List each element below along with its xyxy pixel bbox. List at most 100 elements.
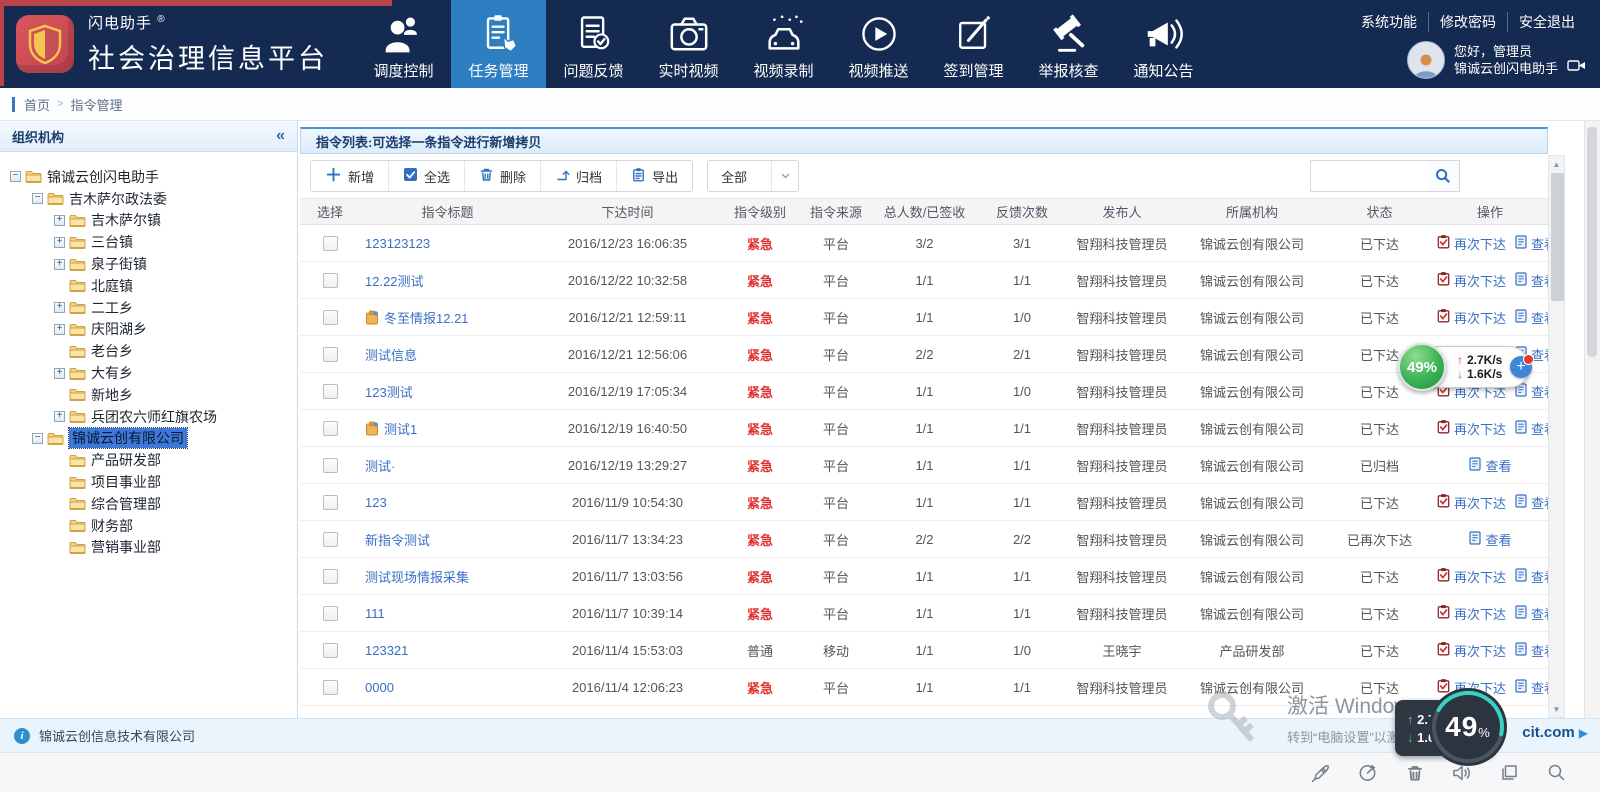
header-link-2[interactable]: 修改密码 [1428, 12, 1507, 32]
window-scrollbar[interactable]: ▼ [1584, 121, 1600, 752]
row-checkbox[interactable] [323, 458, 338, 473]
row-checkbox[interactable] [323, 347, 338, 362]
tree-item[interactable]: 综合管理部 [4, 493, 293, 515]
nav-item-5[interactable]: 视频录制 [736, 0, 831, 88]
minus-expander-icon[interactable]: − [10, 171, 21, 182]
tree-item[interactable]: +庆阳湖乡 [4, 319, 293, 341]
view-button[interactable]: 查看 [1468, 456, 1511, 475]
view-button[interactable]: 查看 [1514, 234, 1548, 253]
instruction-title-link[interactable]: 123测试 [365, 382, 413, 401]
memory-usage-ball[interactable]: 49% [1398, 343, 1446, 391]
tree-item[interactable]: +二工乡 [4, 297, 293, 319]
plus-expander-icon[interactable]: + [54, 215, 65, 226]
row-checkbox[interactable] [323, 273, 338, 288]
instruction-title-link[interactable]: 12.22测试 [365, 271, 424, 290]
select-all-button[interactable]: 全选 [388, 161, 464, 191]
rocket-icon[interactable] [1311, 763, 1331, 783]
redeliver-button[interactable]: 再次下达 [1436, 308, 1506, 327]
minus-expander-icon[interactable]: − [32, 433, 43, 444]
trash-icon[interactable] [1405, 763, 1425, 783]
tree-item[interactable]: 产品研发部 [4, 449, 293, 471]
row-checkbox[interactable] [323, 495, 338, 510]
tree-item[interactable]: 新地乡 [4, 384, 293, 406]
header-link-3[interactable]: 安全退出 [1507, 12, 1586, 32]
nav-item-4[interactable]: 实时视频 [641, 0, 736, 88]
nav-item-2[interactable]: 任务管理 [451, 0, 546, 88]
tree-item[interactable]: 老台乡 [4, 340, 293, 362]
tree-item[interactable]: +兵团农六师红旗农场 [4, 406, 293, 428]
scroll-up-icon[interactable]: ▲ [1549, 156, 1564, 172]
video-camera-icon[interactable] [1567, 59, 1586, 77]
redeliver-button[interactable]: 再次下达 [1436, 419, 1506, 438]
nav-item-7[interactable]: 签到管理 [926, 0, 1021, 88]
export-button[interactable]: 导出 [616, 161, 692, 191]
delete-button[interactable]: 删除 [464, 161, 540, 191]
plus-expander-icon[interactable]: + [54, 237, 65, 248]
row-checkbox[interactable] [323, 384, 338, 399]
instruction-title-link[interactable]: 测试现场情报采集 [365, 567, 469, 586]
plus-expander-icon[interactable]: + [54, 302, 65, 313]
archive-button[interactable]: 归档 [540, 161, 616, 191]
instruction-title-link[interactable]: 新指令测试 [365, 530, 430, 549]
header-link-1[interactable]: 系统功能 [1350, 12, 1428, 32]
tree-item[interactable]: +吉木萨尔镇 [4, 210, 293, 232]
row-checkbox[interactable] [323, 236, 338, 251]
instruction-title-link[interactable]: 测试信息 [365, 345, 417, 364]
view-button[interactable]: 查看 [1514, 419, 1548, 438]
tree-item[interactable]: 营销事业部 [4, 537, 293, 559]
window-scrollbar-thumb[interactable] [1587, 127, 1597, 357]
instruction-title-link[interactable]: 123123123 [365, 236, 430, 251]
search-icon[interactable] [1427, 161, 1459, 191]
scroll-down-icon[interactable]: ▼ [1549, 701, 1564, 717]
nav-item-8[interactable]: 举报核查 [1021, 0, 1116, 88]
tree-item[interactable]: +三台镇 [4, 231, 293, 253]
collapse-sidebar-icon[interactable]: « [276, 127, 285, 145]
row-checkbox[interactable] [323, 643, 338, 658]
view-button[interactable]: 查看 [1514, 641, 1548, 660]
plus-expander-icon[interactable]: + [54, 368, 65, 379]
redeliver-button[interactable]: 再次下达 [1436, 567, 1506, 586]
view-button[interactable]: 查看 [1514, 567, 1548, 586]
redeliver-button[interactable]: 再次下达 [1436, 604, 1506, 623]
instruction-title-link[interactable]: 冬至情报12.21 [384, 308, 469, 327]
instruction-title-link[interactable]: 测试· [365, 456, 395, 475]
instruction-title-link[interactable]: 123 [365, 495, 387, 510]
plus-expander-icon[interactable]: + [54, 411, 65, 422]
view-button[interactable]: 查看 [1514, 604, 1548, 623]
redeliver-button[interactable]: 再次下达 [1436, 641, 1506, 660]
tree-item[interactable]: +大有乡 [4, 362, 293, 384]
add-button[interactable]: ＋新增 [311, 161, 388, 191]
row-checkbox[interactable] [323, 606, 338, 621]
row-checkbox[interactable] [323, 421, 338, 436]
tree-item[interactable]: −锦诚云创闪电助手 [4, 166, 293, 188]
view-button[interactable]: 查看 [1468, 530, 1511, 549]
redeliver-button[interactable]: 再次下达 [1436, 493, 1506, 512]
row-checkbox[interactable] [323, 680, 338, 695]
site-link[interactable]: cit.com ▶ [1522, 724, 1588, 741]
minus-expander-icon[interactable]: − [32, 193, 43, 204]
row-checkbox[interactable] [323, 532, 338, 547]
instruction-title-link[interactable]: 测试1 [384, 419, 417, 438]
row-checkbox[interactable] [323, 310, 338, 325]
redeliver-button[interactable]: 再次下达 [1436, 271, 1506, 290]
breadcrumb-home[interactable]: 首页 [24, 95, 50, 114]
tree-item[interactable]: 项目事业部 [4, 471, 293, 493]
tree-item[interactable]: 财务部 [4, 515, 293, 537]
view-button[interactable]: 查看 [1514, 308, 1548, 327]
instruction-title-link[interactable]: 123321 [365, 643, 408, 658]
view-button[interactable]: 查看 [1514, 493, 1548, 512]
nav-item-6[interactable]: 视频推送 [831, 0, 926, 88]
table-scrollbar[interactable]: ▲ ▼ [1548, 155, 1565, 718]
accelerate-button[interactable]: + [1510, 356, 1532, 378]
tree-item[interactable]: −锦诚云创有限公司 [4, 428, 293, 450]
redeliver-button[interactable]: 再次下达 [1436, 234, 1506, 253]
tree-item[interactable]: −吉木萨尔政法委 [4, 188, 293, 210]
search-input[interactable] [1311, 161, 1427, 191]
speed-dial-icon[interactable] [1358, 763, 1378, 783]
plus-expander-icon[interactable]: + [54, 259, 65, 270]
plus-expander-icon[interactable]: + [54, 324, 65, 335]
nav-item-9[interactable]: 通知公告 [1116, 0, 1211, 88]
scrollbar-thumb[interactable] [1551, 173, 1564, 301]
view-button[interactable]: 查看 [1514, 271, 1548, 290]
status-filter-dropdown[interactable]: 全部 [707, 160, 799, 192]
